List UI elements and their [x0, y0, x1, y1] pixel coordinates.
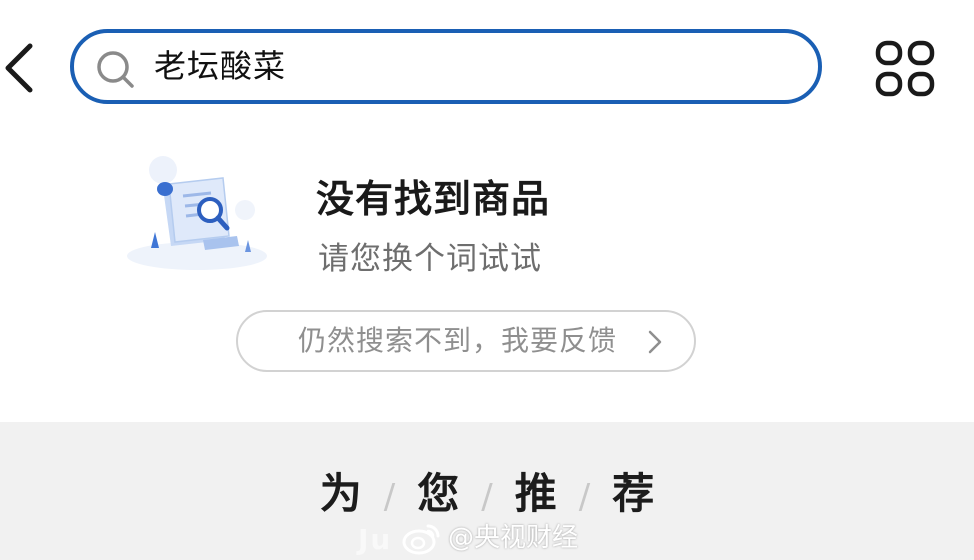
search-header: 老坛酸菜 — [0, 0, 974, 130]
chevron-right-icon — [648, 330, 662, 354]
search-query[interactable]: 老坛酸菜 — [154, 33, 286, 100]
grid-icon — [875, 40, 935, 97]
recommend-char: 为 — [319, 469, 362, 518]
chevron-left-icon — [5, 43, 33, 93]
recommend-separator: / — [578, 477, 591, 517]
empty-state-title: 没有找到商品 — [316, 177, 551, 221]
grid-menu-button[interactable] — [874, 40, 936, 98]
watermark: @央视财经 — [402, 518, 578, 558]
weibo-logo-icon — [402, 524, 440, 555]
search-icon — [97, 51, 134, 88]
feedback-button[interactable]: 仍然搜索不到，我要反馈 — [236, 310, 696, 372]
recommend-char: 您 — [417, 469, 460, 518]
back-button[interactable] — [0, 38, 44, 98]
empty-state-subtitle: 请您换个词试试 — [318, 241, 542, 277]
document-search-illustration — [127, 156, 267, 270]
feedback-button-label: 仍然搜索不到，我要反馈 — [298, 324, 618, 357]
recommend-title: 为 / 您 / 推 / 荐 — [0, 460, 974, 521]
recommend-separator: / — [481, 477, 493, 517]
watermark-ghost-text: Ju — [358, 523, 393, 556]
recommend-char: 荐 — [612, 469, 655, 518]
watermark-text: @央视财经 — [448, 523, 579, 553]
search-input[interactable]: 老坛酸菜 — [70, 29, 822, 104]
recommend-separator: / — [383, 477, 396, 517]
recommend-char: 推 — [514, 469, 557, 518]
